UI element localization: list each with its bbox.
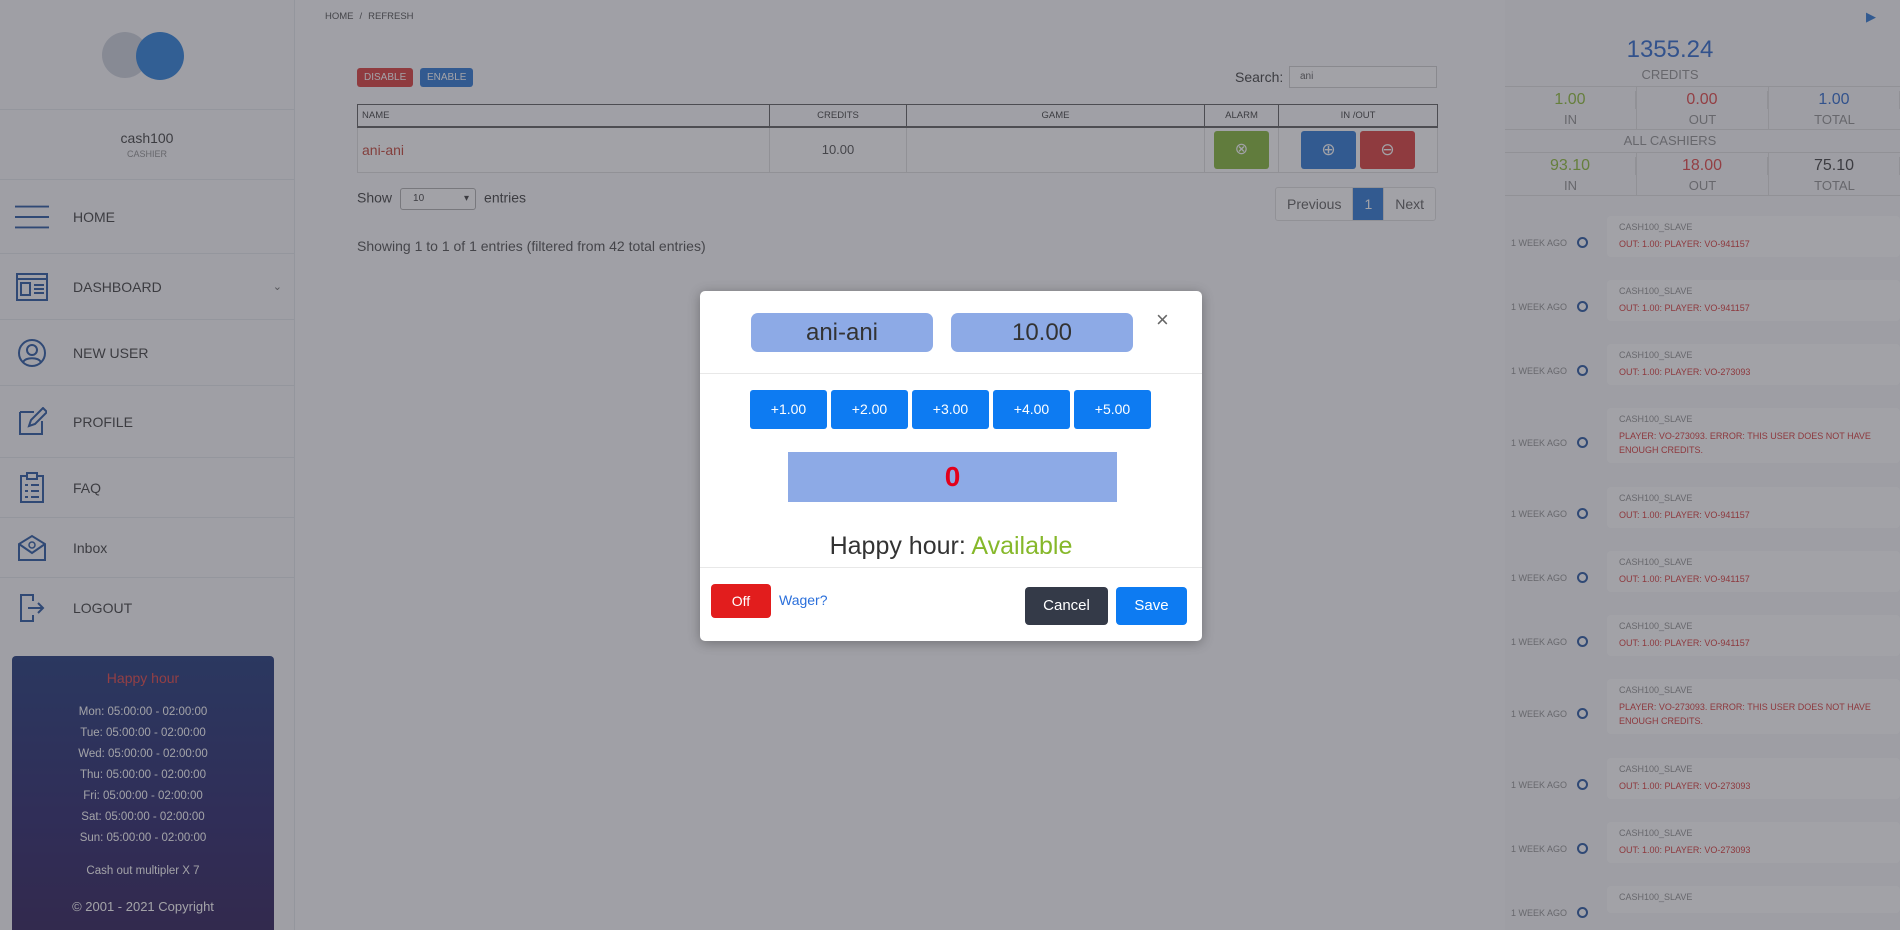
- add-4-button[interactable]: +4.00: [993, 390, 1070, 429]
- close-icon[interactable]: ×: [1156, 307, 1169, 333]
- wager-link[interactable]: Wager?: [779, 592, 828, 608]
- happy-hour-status: Happy hour: Available: [700, 532, 1202, 561]
- add-3-button[interactable]: +3.00: [912, 390, 989, 429]
- add-5-button[interactable]: +5.00: [1074, 390, 1151, 429]
- save-button[interactable]: Save: [1116, 587, 1187, 625]
- modal-footer: Off Wager? Cancel Save: [700, 567, 1202, 641]
- add-2-button[interactable]: +2.00: [831, 390, 908, 429]
- off-toggle-button[interactable]: Off: [711, 584, 771, 618]
- player-name-pill: ani-ani: [751, 313, 933, 352]
- happy-hour-value: Available: [971, 532, 1073, 560]
- modal-header: ani-ani 10.00 ×: [700, 291, 1202, 374]
- happy-hour-label: Happy hour:: [829, 532, 966, 560]
- cancel-button[interactable]: Cancel: [1025, 587, 1108, 625]
- credit-modal: ani-ani 10.00 × +1.00 +2.00 +3.00 +4.00 …: [700, 291, 1202, 641]
- add-1-button[interactable]: +1.00: [750, 390, 827, 429]
- amount-field[interactable]: 0: [788, 452, 1117, 502]
- player-credits-pill: 10.00: [951, 313, 1133, 352]
- add-amount-buttons: +1.00 +2.00 +3.00 +4.00 +5.00: [750, 390, 1151, 429]
